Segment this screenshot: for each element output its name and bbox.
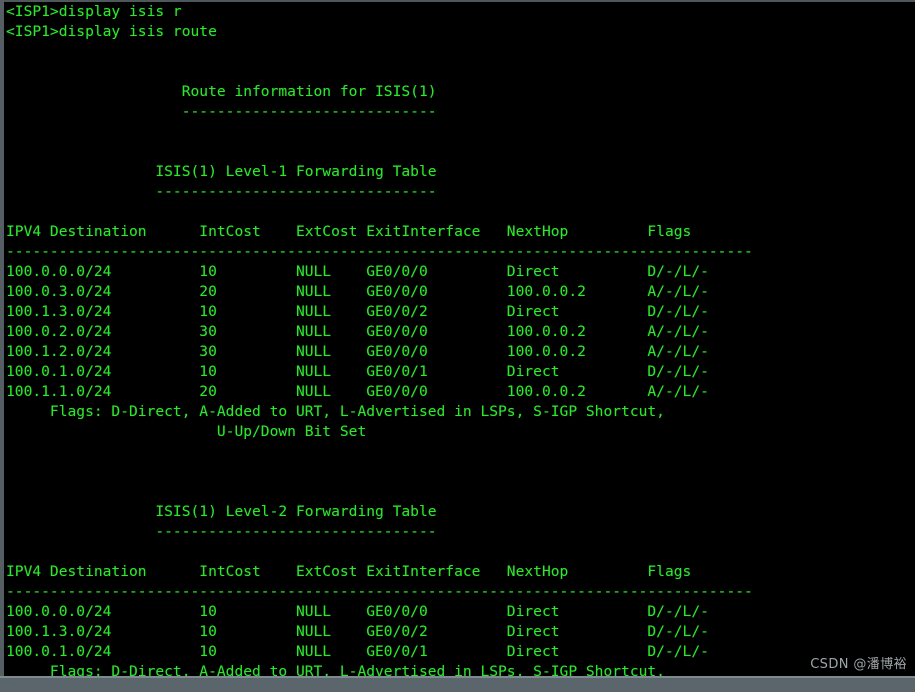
terminal-line: ----------------------------- (6, 103, 437, 120)
csdn-watermark: CSDN @潘博裕 (810, 657, 907, 672)
terminal-line: Flags: D-Direct, A-Added to URT, L-Adver… (6, 403, 665, 420)
terminal-line: ----------------------------------------… (6, 243, 753, 260)
terminal-line: U-Up/Down Bit Set (6, 423, 367, 440)
terminal-line: 100.1.2.0/24 30 NULL GE0/0/0 100.0.0.2 A… (6, 343, 709, 360)
terminal-line: 100.0.1.0/24 10 NULL GE0/0/1 Direct D/-/… (6, 643, 709, 660)
terminal-line: IPV4 Destination IntCost ExtCost ExitInt… (6, 563, 692, 580)
terminal-line: IPV4 Destination IntCost ExtCost ExitInt… (6, 223, 692, 240)
terminal-screen[interactable]: <ISP1>display isis r <ISP1>display isis r… (0, 0, 915, 678)
terminal-line: <ISP1>display isis r (6, 3, 182, 20)
terminal-line: 100.0.1.0/24 10 NULL GE0/0/1 Direct D/-/… (6, 363, 709, 380)
terminal-line: -------------------------------- (6, 523, 437, 540)
terminal-line: <ISP1>display isis route (6, 23, 217, 40)
terminal-line: -------------------------------- (6, 183, 437, 200)
terminal-line: ----------------------------------------… (6, 583, 753, 600)
terminal-line: 100.1.3.0/24 10 NULL GE0/0/2 Direct D/-/… (6, 623, 709, 640)
terminal-line: 100.0.2.0/24 30 NULL GE0/0/0 100.0.0.2 A… (6, 323, 709, 340)
terminal-line: 100.0.0.0/24 10 NULL GE0/0/0 Direct D/-/… (6, 603, 709, 620)
terminal-line: ISIS(1) Level-1 Forwarding Table (6, 163, 437, 180)
terminal-line: 100.1.1.0/24 20 NULL GE0/0/0 100.0.0.2 A… (6, 383, 709, 400)
window-status-bar (0, 676, 915, 692)
terminal-line: ISIS(1) Level-2 Forwarding Table (6, 503, 437, 520)
terminal-window: <ISP1>display isis r <ISP1>display isis r… (0, 0, 915, 692)
terminal-line: 100.1.3.0/24 10 NULL GE0/0/2 Direct D/-/… (6, 303, 709, 320)
terminal-line: Route information for ISIS(1) (6, 83, 437, 100)
terminal-line: 100.0.0.0/24 10 NULL GE0/0/0 Direct D/-/… (6, 263, 709, 280)
terminal-line: 100.0.3.0/24 20 NULL GE0/0/0 100.0.0.2 A… (6, 283, 709, 300)
